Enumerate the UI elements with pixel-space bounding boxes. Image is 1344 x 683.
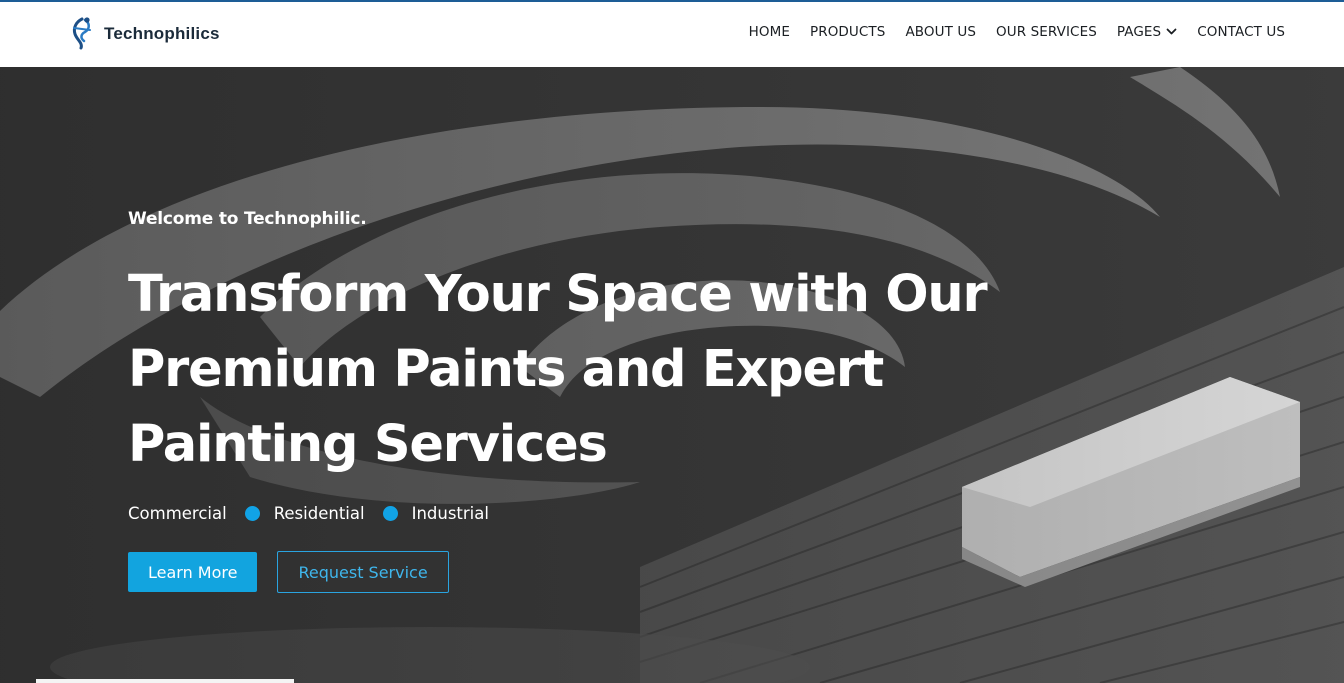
nav-products[interactable]: PRODUCTS [810,24,885,40]
site-header: Technophilics HOME PRODUCTS ABOUT US OUR… [0,2,1344,67]
brand-name: Technophilics [104,24,220,43]
hero-content: Welcome to Technophilic. Transform Your … [128,209,1028,593]
nav-pages[interactable]: PAGES [1117,24,1177,40]
bullet-dot-icon [244,506,260,521]
request-service-button[interactable]: Request Service [277,551,449,593]
bullet-dot-icon [382,506,398,521]
nav-pages-label: PAGES [1116,24,1162,40]
tag-industrial: Industrial [411,504,489,523]
brand-logo-link[interactable]: Technophilics [68,16,220,50]
hero-section: Welcome to Technophilic. Transform Your … [0,67,1344,683]
next-section-edge [36,679,294,683]
nav-our-services[interactable]: OUR SERVICES [996,24,1097,40]
hero-headline: Transform Your Space with Our Premium Pa… [128,265,988,474]
nav-about-us[interactable]: ABOUT US [905,24,976,40]
tag-residential: Residential [273,504,365,523]
hero-actions: Learn More Request Service [128,551,1028,593]
learn-more-button[interactable]: Learn More [128,552,258,592]
tag-commercial: Commercial [128,504,227,523]
service-tags: Commercial Residential Industrial [128,504,1028,523]
nav-home[interactable]: HOME [749,24,790,40]
nav-contact-us[interactable]: CONTACT US [1197,24,1285,40]
main-nav: HOME PRODUCTS ABOUT US OUR SERVICES PAGE… [749,24,1285,40]
chevron-down-icon [1166,28,1177,35]
hero-kicker: Welcome to Technophilic. [128,209,367,229]
figure-logo-icon [72,17,91,50]
